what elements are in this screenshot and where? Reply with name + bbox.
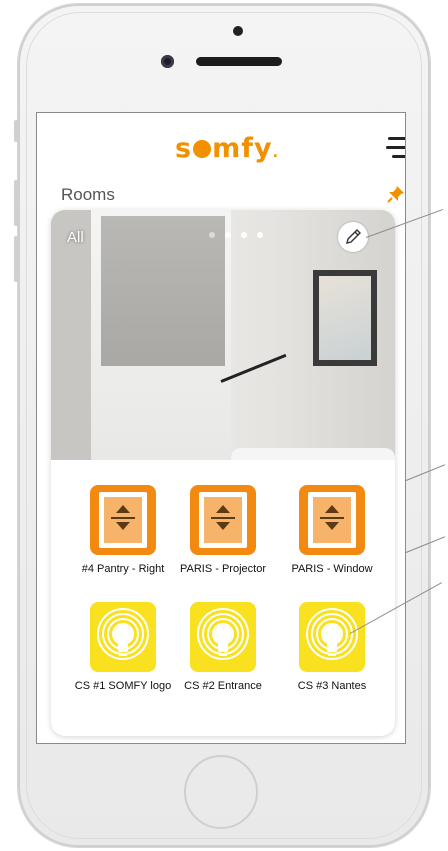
volume-up-button bbox=[14, 180, 19, 226]
device-label: CS #3 Nantes bbox=[297, 680, 367, 692]
section-title: Rooms bbox=[61, 185, 115, 204]
device-tile[interactable]: CS #3 Nantes bbox=[277, 602, 387, 692]
room-photo: All bbox=[51, 210, 395, 460]
mute-switch bbox=[14, 120, 19, 142]
volume-down-button bbox=[14, 236, 19, 282]
carousel-dot[interactable] bbox=[209, 232, 215, 238]
device-tile[interactable]: CS #1 SOMFY logo bbox=[68, 602, 178, 692]
earpiece-speaker bbox=[196, 57, 282, 66]
device-label: CS #2 Entrance bbox=[184, 680, 262, 692]
device-label: #4 Pantry - Right bbox=[81, 563, 165, 575]
home-button[interactable] bbox=[184, 755, 258, 829]
app-screen: smfy. somfy Rooms All bbox=[36, 112, 406, 744]
carousel-dot[interactable] bbox=[257, 232, 263, 238]
device-tile[interactable]: PARIS - Window bbox=[277, 485, 387, 575]
pencil-icon bbox=[346, 229, 361, 244]
proximity-sensor bbox=[233, 26, 243, 36]
front-camera bbox=[161, 55, 174, 68]
bulb-icon bbox=[299, 602, 365, 672]
device-tile[interactable]: #4 Pantry - Right bbox=[68, 485, 178, 575]
device-grid: #4 Pantry - Right PARIS - Projector PARI… bbox=[51, 460, 395, 736]
edit-button[interactable] bbox=[338, 222, 368, 252]
device-tile[interactable]: PARIS - Projector bbox=[168, 485, 278, 575]
room-card[interactable]: All #4 Pantry - Right PARIS - Projector … bbox=[51, 210, 395, 736]
bulb-icon bbox=[190, 602, 256, 672]
device-tile[interactable]: CS #2 Entrance bbox=[168, 602, 278, 692]
room-name: All bbox=[67, 229, 84, 246]
device-label: PARIS - Window bbox=[291, 563, 373, 575]
bulb-icon bbox=[90, 602, 156, 672]
pin-icon[interactable] bbox=[387, 185, 405, 203]
menu-icon[interactable] bbox=[386, 137, 405, 159]
carousel-indicator[interactable] bbox=[209, 232, 269, 242]
carousel-dot[interactable] bbox=[241, 232, 247, 238]
shutter-icon bbox=[90, 485, 156, 555]
device-label: CS #1 SOMFY logo bbox=[74, 680, 172, 692]
carousel-dot[interactable] bbox=[225, 232, 231, 238]
blind-image bbox=[101, 216, 225, 366]
shutter-icon bbox=[190, 485, 256, 555]
device-label: PARIS - Projector bbox=[180, 563, 266, 575]
somfy-logo: smfy. somfy bbox=[175, 133, 279, 164]
shutter-icon bbox=[299, 485, 365, 555]
